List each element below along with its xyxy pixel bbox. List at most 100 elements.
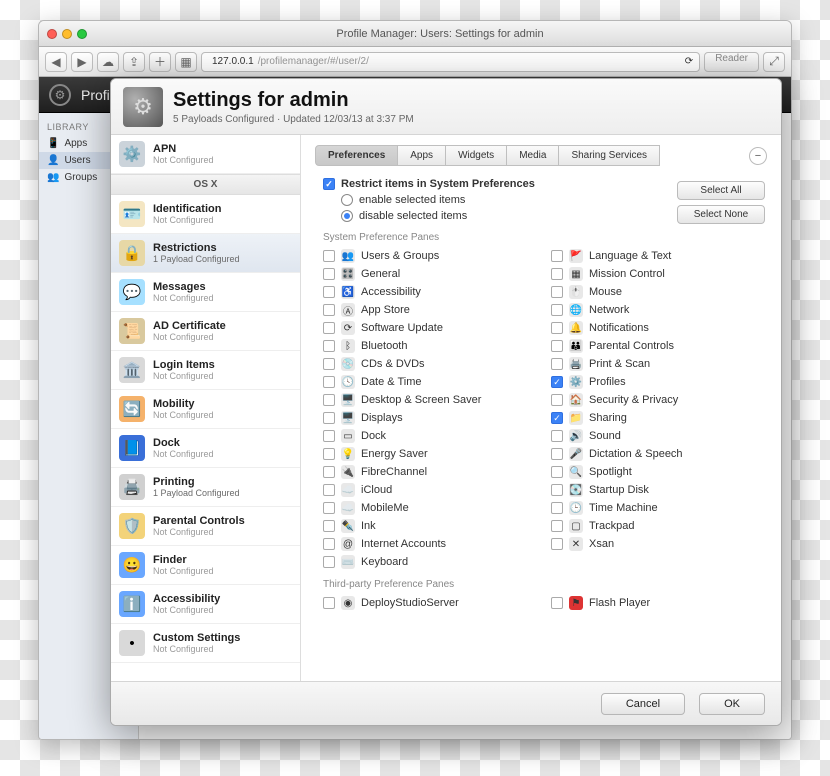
tab-apps[interactable]: Apps bbox=[398, 145, 446, 166]
close-window-button[interactable] bbox=[47, 29, 57, 39]
pane-print-scan[interactable]: 🖨️Print & Scan bbox=[551, 355, 767, 373]
expand-button[interactable]: ⤢ bbox=[763, 52, 785, 72]
ok-button[interactable]: OK bbox=[699, 693, 765, 715]
view-button[interactable]: ▦ bbox=[175, 52, 197, 72]
payload-sidebar[interactable]: ⚙️APNNot ConfiguredOS X🪪IdentificationNo… bbox=[111, 135, 301, 681]
pane-time-machine[interactable]: 🕒Time Machine bbox=[551, 499, 767, 517]
pane-checkbox[interactable] bbox=[551, 394, 563, 406]
payload-printing[interactable]: 🖨️Printing1 Payload Configured bbox=[111, 468, 300, 507]
pane-checkbox[interactable] bbox=[323, 340, 335, 352]
payload-identification[interactable]: 🪪IdentificationNot Configured bbox=[111, 195, 300, 234]
pane-checkbox[interactable] bbox=[551, 250, 563, 262]
pane-mouse[interactable]: 🖱️Mouse bbox=[551, 283, 767, 301]
disable-radio[interactable] bbox=[341, 210, 353, 222]
pane-profiles[interactable]: ⚙️Profiles bbox=[551, 373, 767, 391]
pane-checkbox[interactable] bbox=[551, 268, 563, 280]
pane-checkbox[interactable] bbox=[323, 376, 335, 388]
pane-spotlight[interactable]: 🔍Spotlight bbox=[551, 463, 767, 481]
pane-xsan[interactable]: ✕Xsan bbox=[551, 535, 767, 553]
back-button[interactable]: ◀ bbox=[45, 52, 67, 72]
pane-date-time[interactable]: 🕓Date & Time bbox=[323, 373, 539, 391]
pane-checkbox[interactable] bbox=[551, 520, 563, 532]
pane-ink[interactable]: ✒️Ink bbox=[323, 517, 539, 535]
pane-checkbox[interactable] bbox=[323, 358, 335, 370]
pane-bluetooth[interactable]: ᛒBluetooth bbox=[323, 337, 539, 355]
pane-keyboard[interactable]: ⌨️Keyboard bbox=[323, 553, 539, 571]
pane-checkbox[interactable] bbox=[551, 597, 563, 609]
pane-startup-disk[interactable]: 💽Startup Disk bbox=[551, 481, 767, 499]
pane-checkbox[interactable] bbox=[323, 556, 335, 568]
payload-parental-controls[interactable]: 🛡️Parental ControlsNot Configured bbox=[111, 507, 300, 546]
pane-flash-player[interactable]: ⚑Flash Player bbox=[551, 594, 767, 612]
pane-checkbox[interactable] bbox=[551, 376, 563, 388]
pane-security-privacy[interactable]: 🏠Security & Privacy bbox=[551, 391, 767, 409]
payload-finder[interactable]: 😀FinderNot Configured bbox=[111, 546, 300, 585]
tab-sharing-services[interactable]: Sharing Services bbox=[559, 145, 660, 166]
pane-desktop-screen-saver[interactable]: 🖥️Desktop & Screen Saver bbox=[323, 391, 539, 409]
pane-sharing[interactable]: 📁Sharing bbox=[551, 409, 767, 427]
payload-mobility[interactable]: 🔄MobilityNot Configured bbox=[111, 390, 300, 429]
minimize-window-button[interactable] bbox=[62, 29, 72, 39]
pane-checkbox[interactable] bbox=[323, 430, 335, 442]
pane-internet-accounts[interactable]: @Internet Accounts bbox=[323, 535, 539, 553]
pane-notifications[interactable]: 🔔Notifications bbox=[551, 319, 767, 337]
pane-dock[interactable]: ▭Dock bbox=[323, 427, 539, 445]
pane-checkbox[interactable] bbox=[323, 286, 335, 298]
payload-custom-settings[interactable]: •Custom SettingsNot Configured bbox=[111, 624, 300, 663]
payload-accessibility[interactable]: ℹ️AccessibilityNot Configured bbox=[111, 585, 300, 624]
pane-displays[interactable]: 🖥️Displays bbox=[323, 409, 539, 427]
pane-general[interactable]: 🎛️General bbox=[323, 265, 539, 283]
pane-checkbox[interactable] bbox=[323, 484, 335, 496]
pane-checkbox[interactable] bbox=[323, 538, 335, 550]
pane-fibrechannel[interactable]: 🔌FibreChannel bbox=[323, 463, 539, 481]
select-all-button[interactable]: Select All bbox=[677, 181, 765, 200]
pane-network[interactable]: 🌐Network bbox=[551, 301, 767, 319]
pane-parental-controls[interactable]: 👪Parental Controls bbox=[551, 337, 767, 355]
tab-media[interactable]: Media bbox=[507, 145, 559, 166]
pane-deploystudioserver[interactable]: ◉DeployStudioServer bbox=[323, 594, 539, 612]
tab-widgets[interactable]: Widgets bbox=[446, 145, 507, 166]
pane-checkbox[interactable] bbox=[323, 268, 335, 280]
pane-accessibility[interactable]: ♿Accessibility bbox=[323, 283, 539, 301]
payload-dock[interactable]: 📘DockNot Configured bbox=[111, 429, 300, 468]
pane-trackpad[interactable]: ▢Trackpad bbox=[551, 517, 767, 535]
pane-energy-saver[interactable]: 💡Energy Saver bbox=[323, 445, 539, 463]
pane-checkbox[interactable] bbox=[323, 520, 335, 532]
pane-cds-dvds[interactable]: 💿CDs & DVDs bbox=[323, 355, 539, 373]
pane-mobileme[interactable]: ☁️MobileMe bbox=[323, 499, 539, 517]
pane-checkbox[interactable] bbox=[551, 538, 563, 550]
tab-preferences[interactable]: Preferences bbox=[315, 145, 398, 166]
address-bar[interactable]: 127.0.0.1 /profilemanager/#/user/2/ ⟳ bbox=[201, 52, 700, 72]
pane-checkbox[interactable] bbox=[323, 394, 335, 406]
pane-checkbox[interactable] bbox=[551, 322, 563, 334]
pane-checkbox[interactable] bbox=[551, 412, 563, 424]
pane-checkbox[interactable] bbox=[323, 304, 335, 316]
pane-checkbox[interactable] bbox=[323, 250, 335, 262]
add-button[interactable]: ＋ bbox=[149, 52, 171, 72]
payload-ad-certificate[interactable]: 📜AD CertificateNot Configured bbox=[111, 312, 300, 351]
pane-checkbox[interactable] bbox=[323, 597, 335, 609]
pane-checkbox[interactable] bbox=[323, 412, 335, 424]
select-none-button[interactable]: Select None bbox=[677, 205, 765, 224]
pane-checkbox[interactable] bbox=[323, 466, 335, 478]
icloud-button[interactable]: ☁︎ bbox=[97, 52, 119, 72]
pane-checkbox[interactable] bbox=[551, 484, 563, 496]
pane-checkbox[interactable] bbox=[551, 286, 563, 298]
pane-mission-control[interactable]: ▦Mission Control bbox=[551, 265, 767, 283]
reader-button[interactable]: Reader bbox=[704, 52, 759, 72]
payload-login-items[interactable]: 🏛️Login ItemsNot Configured bbox=[111, 351, 300, 390]
pane-checkbox[interactable] bbox=[551, 340, 563, 352]
pane-checkbox[interactable] bbox=[551, 502, 563, 514]
pane-checkbox[interactable] bbox=[551, 304, 563, 316]
pane-dictation-speech[interactable]: 🎤Dictation & Speech bbox=[551, 445, 767, 463]
payload-apn[interactable]: ⚙️APNNot Configured bbox=[111, 135, 300, 174]
pane-icloud[interactable]: ☁️iCloud bbox=[323, 481, 539, 499]
pane-app-store[interactable]: ⒶApp Store bbox=[323, 301, 539, 319]
pane-checkbox[interactable] bbox=[551, 358, 563, 370]
share-button[interactable]: ⇪ bbox=[123, 52, 145, 72]
payload-restrictions[interactable]: 🔒Restrictions1 Payload Configured bbox=[111, 234, 300, 273]
restrict-checkbox[interactable] bbox=[323, 178, 335, 190]
pane-checkbox[interactable] bbox=[323, 322, 335, 334]
payload-messages[interactable]: 💬MessagesNot Configured bbox=[111, 273, 300, 312]
pane-checkbox[interactable] bbox=[323, 448, 335, 460]
